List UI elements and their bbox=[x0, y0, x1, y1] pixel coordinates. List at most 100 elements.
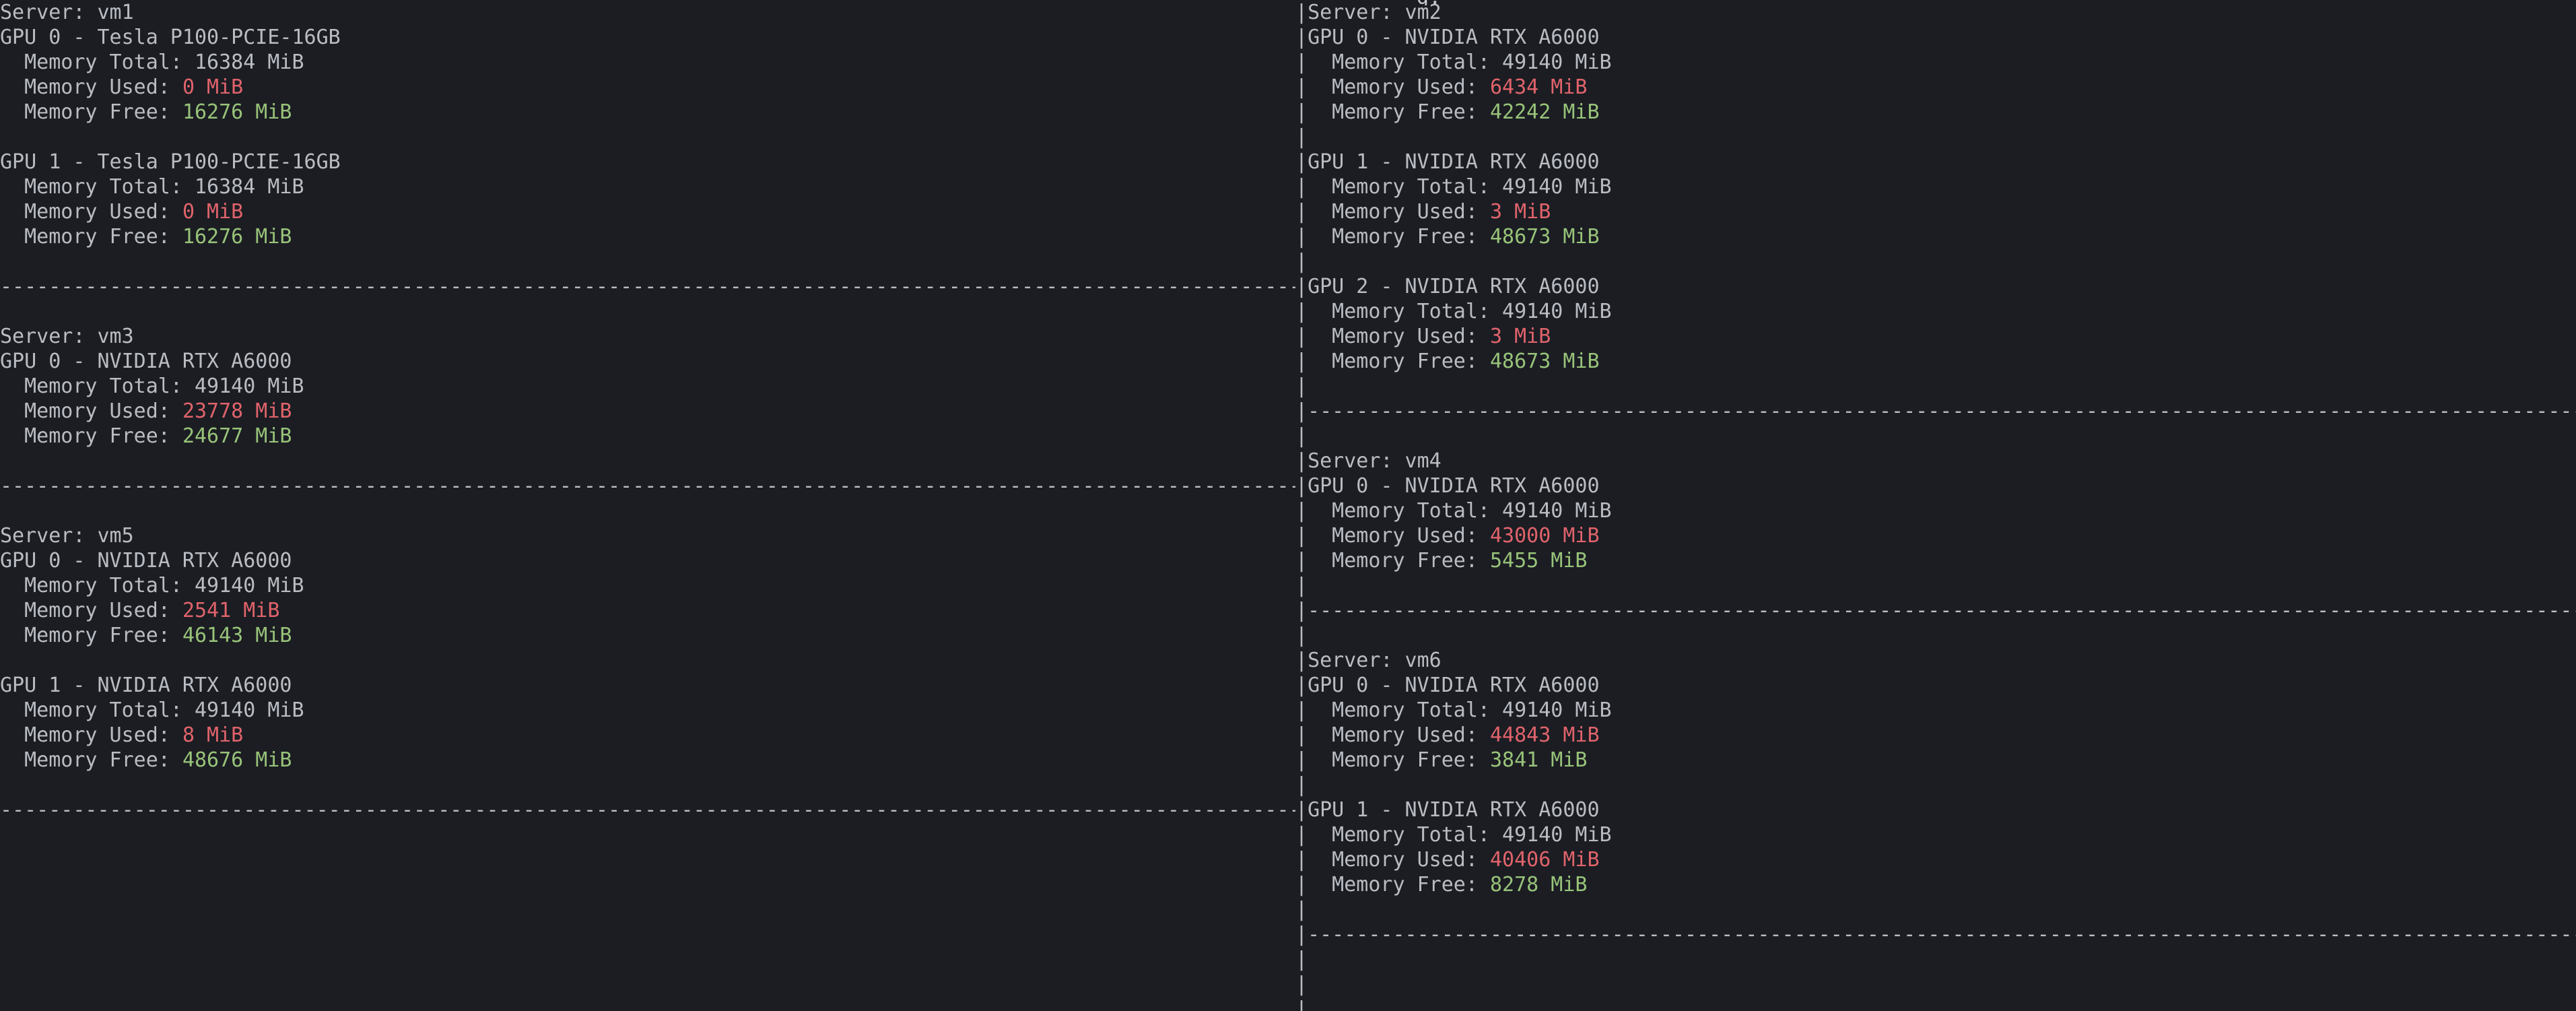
memory-line: | Memory Free: 48673 MiB bbox=[1295, 349, 2576, 374]
memory-label: Memory Used: bbox=[0, 399, 182, 423]
blank-line: | bbox=[1295, 424, 2576, 449]
memory-label: Memory Total: bbox=[1308, 300, 1503, 323]
memory-label: Memory Used: bbox=[0, 75, 182, 99]
server-label: Server: vm4 bbox=[1308, 449, 1442, 473]
pane-border-char: | bbox=[1295, 26, 1308, 49]
pane-border-char: | bbox=[1295, 374, 1308, 398]
blank-line: | bbox=[1295, 573, 2576, 598]
memory-free-value: 48673 MiB bbox=[1490, 225, 1600, 249]
pane-border-char: | bbox=[1295, 823, 1308, 847]
memory-line: Memory Total: 16384 MiB bbox=[0, 50, 1295, 75]
memory-label: Memory Used: bbox=[1308, 200, 1490, 224]
memory-line: | Memory Used: 3 MiB bbox=[1295, 199, 2576, 224]
memory-free-value: 5455 MiB bbox=[1490, 549, 1588, 573]
pane-border-char: | bbox=[1295, 873, 1308, 896]
pane-border-char: | bbox=[1295, 225, 1308, 249]
memory-total-value: 16384 MiB bbox=[194, 51, 304, 74]
pane-border-char: | bbox=[1295, 549, 1308, 573]
memory-used-value: 44843 MiB bbox=[1490, 723, 1600, 747]
pane-border-char: | bbox=[1295, 898, 1308, 921]
server-header: |Server: vm2 bbox=[1295, 0, 2576, 25]
memory-used-value: 3 MiB bbox=[1490, 325, 1551, 348]
pane-border-char: | bbox=[1295, 649, 1308, 672]
server-label: Server: vm5 bbox=[0, 524, 134, 548]
memory-total-value: 49140 MiB bbox=[1502, 499, 1612, 523]
separator-dashes: ----------------------------------------… bbox=[1308, 599, 2576, 622]
memory-free-value: 48676 MiB bbox=[182, 748, 292, 772]
server-label: Server: vm2 bbox=[1308, 1, 1442, 24]
gpu-header: |GPU 1 - NVIDIA RTX A6000 bbox=[1295, 797, 2576, 822]
gpu-label: GPU 0 - NVIDIA RTX A6000 bbox=[0, 350, 292, 373]
memory-label: Memory Free: bbox=[0, 748, 182, 772]
memory-line: | Memory Used: 44843 MiB bbox=[1295, 723, 2576, 748]
pane-border-char: | bbox=[1295, 574, 1308, 597]
gpu-header: GPU 0 - NVIDIA RTX A6000 bbox=[0, 548, 1295, 573]
memory-label: Memory Total: bbox=[1308, 51, 1503, 74]
memory-used-value: 8 MiB bbox=[182, 723, 244, 747]
memory-label: Memory Used: bbox=[0, 599, 182, 622]
memory-used-value: 40406 MiB bbox=[1490, 848, 1600, 872]
memory-label: Memory Free: bbox=[0, 624, 182, 647]
pane-border-char: | bbox=[1295, 748, 1308, 772]
pane-border-char: | bbox=[1295, 350, 1308, 373]
memory-label: Memory Total: bbox=[1308, 823, 1503, 847]
blank-line: | bbox=[1295, 773, 2576, 797]
pane-border-char: | bbox=[1295, 599, 1308, 622]
memory-line: | Memory Total: 49140 MiB bbox=[1295, 698, 2576, 723]
pane-border-char: | bbox=[1295, 773, 1308, 797]
memory-line: Memory Free: 46143 MiB bbox=[0, 623, 1295, 648]
memory-line: Memory Total: 49140 MiB bbox=[0, 374, 1295, 399]
separator-line: |---------------------------------------… bbox=[1295, 399, 2576, 424]
gpu-header: |GPU 1 - NVIDIA RTX A6000 bbox=[1295, 150, 2576, 174]
pane-border-char: | bbox=[1295, 1, 1308, 24]
memory-used-value: 0 MiB bbox=[182, 75, 244, 99]
memory-used-value: 43000 MiB bbox=[1490, 524, 1600, 548]
server-label: Server: vm3 bbox=[0, 325, 134, 348]
memory-free-value: 16276 MiB bbox=[182, 100, 292, 124]
memory-label: Memory Used: bbox=[1308, 723, 1490, 747]
gpu-header: GPU 0 - NVIDIA RTX A6000 bbox=[0, 349, 1295, 374]
memory-line: | Memory Used: 6434 MiB bbox=[1295, 75, 2576, 100]
memory-free-value: 16276 MiB bbox=[182, 225, 292, 249]
server-header: Server: vm3 bbox=[0, 324, 1295, 349]
memory-label: Memory Free: bbox=[0, 100, 182, 124]
gpu-label: GPU 1 - NVIDIA RTX A6000 bbox=[1308, 150, 1600, 174]
memory-line: | Memory Total: 49140 MiB bbox=[1295, 50, 2576, 75]
gpu-header: GPU 1 - Tesla P100-PCIE-16GB bbox=[0, 150, 1295, 174]
memory-line: Memory Free: 48676 MiB bbox=[0, 748, 1295, 773]
memory-label: Memory Total: bbox=[0, 698, 195, 722]
gpu-header: |GPU 0 - NVIDIA RTX A6000 bbox=[1295, 25, 2576, 50]
separator-line: ----------------------------------------… bbox=[0, 274, 1295, 299]
memory-total-value: 49140 MiB bbox=[1502, 300, 1612, 323]
blank-line: | bbox=[1295, 947, 2576, 972]
pane-border-char: | bbox=[1295, 798, 1308, 822]
memory-used-value: 0 MiB bbox=[182, 200, 244, 224]
terminal-pane-left[interactable]: Server: vm1 GPU 0 - Tesla P100-PCIE-16GB … bbox=[0, 0, 1295, 1011]
server-header: |Server: vm6 bbox=[1295, 648, 2576, 673]
memory-line: | Memory Free: 3841 MiB bbox=[1295, 748, 2576, 773]
blank-line: | bbox=[1295, 623, 2576, 648]
memory-label: Memory Free: bbox=[1308, 350, 1490, 373]
memory-used-value: 6434 MiB bbox=[1490, 75, 1588, 99]
separator-dashes: ----------------------------------------… bbox=[0, 474, 1295, 498]
pane-border-char: | bbox=[1295, 300, 1308, 323]
blank-line: | bbox=[1295, 374, 2576, 399]
memory-free-value: 42242 MiB bbox=[1490, 100, 1600, 124]
memory-total-value: 49140 MiB bbox=[1502, 823, 1612, 847]
memory-total-value: 49140 MiB bbox=[1502, 698, 1612, 722]
pane-border-char: | bbox=[1295, 175, 1308, 199]
memory-used-value: 3 MiB bbox=[1490, 200, 1551, 224]
pane-border-char: | bbox=[1295, 150, 1308, 174]
gpu-label: GPU 0 - NVIDIA RTX A6000 bbox=[1308, 674, 1600, 697]
memory-label: Memory Free: bbox=[1308, 549, 1490, 573]
memory-line: Memory Used: 0 MiB bbox=[0, 75, 1295, 100]
memory-label: Memory Total: bbox=[1308, 175, 1503, 199]
blank-line: | bbox=[1295, 249, 2576, 274]
terminal-pane-right[interactable]: |Server: vm2 |GPU 0 - NVIDIA RTX A6000 | M… bbox=[1295, 0, 2576, 1011]
memory-label: Memory Total: bbox=[0, 574, 195, 597]
